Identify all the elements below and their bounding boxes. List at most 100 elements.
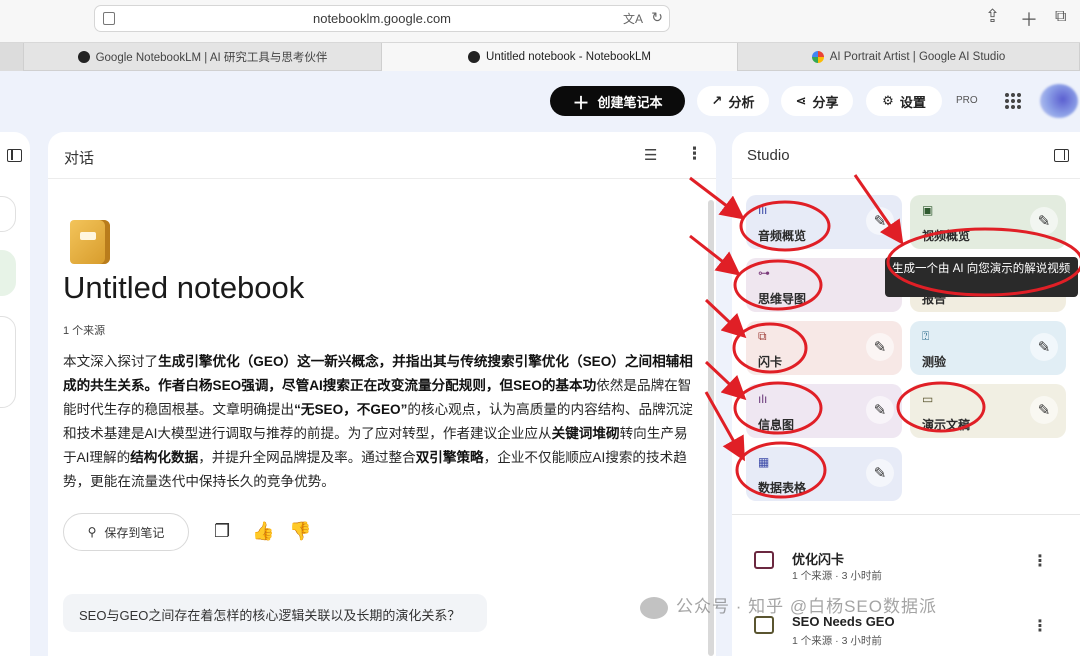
tab-ai-studio[interactable]: AI Portrait Artist | Google AI Studio [738,43,1080,71]
studio-panel: Studio ılı 音频概览 ✎ ▣ 视频概览 ✎ ⊶ 思维导图 ▤ 报告 ⧉… [732,132,1080,656]
share-label: 分享 [812,94,839,110]
tune-settings-icon[interactable]: ☰ [644,146,657,164]
tab-title: AI Portrait Artist | Google AI Studio [829,51,1006,63]
pro-badge: PRO [956,95,978,106]
tab-overflow[interactable] [0,43,24,71]
source-chip[interactable] [0,250,16,296]
expand-panel-icon[interactable] [7,149,22,162]
save-to-note-button[interactable]: ⚲ 保存到笔记 [63,513,189,551]
collapse-panel-icon[interactable] [1054,149,1069,162]
edit-icon[interactable]: ✎ [866,207,894,235]
translate-icon[interactable]: 文A [623,10,643,27]
create-notebook-button[interactable]: ＋ 创建笔记本 [550,86,685,116]
source-card[interactable] [0,316,16,408]
tool-quiz[interactable]: ⍰ 测验 ✎ [910,321,1066,375]
gear-icon: ⚙ [882,93,894,108]
saved-output-name: 优化闪卡 [792,552,845,567]
reload-icon[interactable]: ↻ [651,9,663,26]
more-options-icon[interactable]: ⋮ [1032,616,1048,636]
settings-label: 设置 [899,94,926,110]
share-icon: ⋖ [795,93,807,108]
chat-header: 对话 ☰ ⋮ [48,132,716,179]
apps-grid-icon[interactable] [1005,93,1021,109]
tool-video-overview[interactable]: ▣ 视频概览 ✎ [910,195,1066,249]
flashcard-icon [754,551,774,569]
tool-slides[interactable]: ▭ 演示文稿 ✎ [910,384,1066,438]
edit-icon[interactable]: ✎ [1030,333,1058,361]
tab-notebooklm-home[interactable]: Google NotebookLM | AI 研究工具与思考伙伴 [24,43,382,71]
tab-title: Untitled notebook - NotebookLM [486,51,651,63]
notebook-summary: 本文深入探讨了生成引擎优化（GEO）这一新兴概念，并指出其与传统搜索引擎优化（S… [63,354,693,489]
google-favicon-icon [811,51,824,63]
saved-output-meta: 1 个来源 · 3 小时前 [792,570,882,582]
trend-icon: ↗ [711,93,723,108]
notebook-emoji-icon [70,220,110,264]
analyze-label: 分析 [728,94,755,110]
chat-panel: 对话 ☰ ⋮ Untitled notebook 1 个来源 本文深入探讨了生成… [48,132,716,656]
infographic-icon: ılı [758,392,768,406]
share-button[interactable]: ⋖ 分享 [781,86,853,116]
settings-button[interactable]: ⚙ 设置 [866,86,942,116]
sources-panel-collapsed [0,132,30,656]
flashcard-icon: ⧉ [758,329,767,343]
analyze-button[interactable]: ↗ 分析 [697,86,769,116]
more-options-icon[interactable]: ⋮ [1032,551,1048,571]
add-source-button[interactable] [0,196,16,232]
tool-mind-map[interactable]: ⊶ 思维导图 [746,258,902,312]
new-tab-icon[interactable]: ＋ [1020,6,1038,32]
slides-icon: ▭ [922,392,934,406]
browser-tabs: Google NotebookLM | AI 研究工具与思考伙伴 Untitle… [0,42,1080,71]
edit-icon[interactable]: ✎ [1030,396,1058,424]
pin-icon: ⚲ [87,525,97,539]
avatar[interactable] [1040,84,1078,118]
thumbs-up-icon[interactable]: 👍 [252,521,274,542]
edit-icon[interactable]: ✎ [866,333,894,361]
tool-audio-overview[interactable]: ılı 音频概览 ✎ [746,195,902,249]
address-bar[interactable]: notebooklm.google.com 文A ↻ [94,5,670,32]
wechat-logo-icon [640,596,668,619]
notebooklm-favicon-icon [468,51,481,63]
watermark-text: 公众号 · 知乎 @白杨SEO数据派 [676,597,937,616]
studio-divider [732,514,1080,515]
notebook-title: Untitled notebook [63,270,305,305]
audio-waveform-icon: ılı [758,203,768,217]
tool-infographic[interactable]: ılı 信息图 ✎ [746,384,902,438]
tool-label: 闪卡 [758,355,783,369]
studio-panel-title: Studio [747,147,790,164]
tab-title: Google NotebookLM | AI 研究工具与思考伙伴 [95,52,328,64]
tab-untitled-notebook[interactable]: Untitled notebook - NotebookLM [382,43,738,71]
create-notebook-label: 创建笔记本 [597,94,663,110]
mindmap-icon: ⊶ [758,266,770,280]
browser-toolbar: notebooklm.google.com 文A ↻ ⇪ ＋ ⧉ [0,0,1080,42]
tool-label: 音频概览 [758,229,807,243]
tool-label: 信息图 [758,418,795,432]
tool-label: 测验 [922,355,947,369]
tool-data-table[interactable]: ▦ 数据表格 ✎ [746,447,902,501]
edit-icon[interactable]: ✎ [866,396,894,424]
tool-label: 数据表格 [758,481,807,495]
watermark: 公众号 · 知乎 @白杨SEO数据派 [640,592,937,619]
table-icon: ▦ [758,455,770,469]
video-icon: ▣ [922,203,934,217]
video-overview-tooltip: 生成一个由 AI 向您演示的解说视频 [885,257,1078,297]
studio-header: Studio [732,132,1080,179]
share-page-icon[interactable]: ⇪ [985,6,1000,27]
url-text: notebooklm.google.com [312,11,452,26]
chat-scrollbar[interactable] [708,200,714,656]
source-count: 1 个来源 [63,325,106,337]
slides-icon [754,616,774,634]
thumbs-down-icon[interactable]: 👎 [289,521,311,542]
tool-label: 思维导图 [758,292,807,306]
plus-icon: ＋ [572,93,590,113]
tool-flashcards[interactable]: ⧉ 闪卡 ✎ [746,321,902,375]
more-options-icon[interactable]: ⋮ [686,144,703,164]
notebooklm-favicon-icon [77,51,90,63]
saved-output-item[interactable]: 优化闪卡 1 个来源 · 3 小时前 ⋮ [732,539,1080,589]
tool-label: 视频概览 [922,229,971,243]
save-to-note-label: 保存到笔记 [104,525,165,540]
tab-overview-icon[interactable]: ⧉ [1055,8,1066,26]
edit-icon[interactable]: ✎ [1030,207,1058,235]
suggested-question[interactable]: SEO与GEO之间存在着怎样的核心逻辑关联以及长期的演化关系？ [63,594,487,632]
edit-icon[interactable]: ✎ [866,459,894,487]
copy-icon[interactable]: ❐ [214,521,230,542]
